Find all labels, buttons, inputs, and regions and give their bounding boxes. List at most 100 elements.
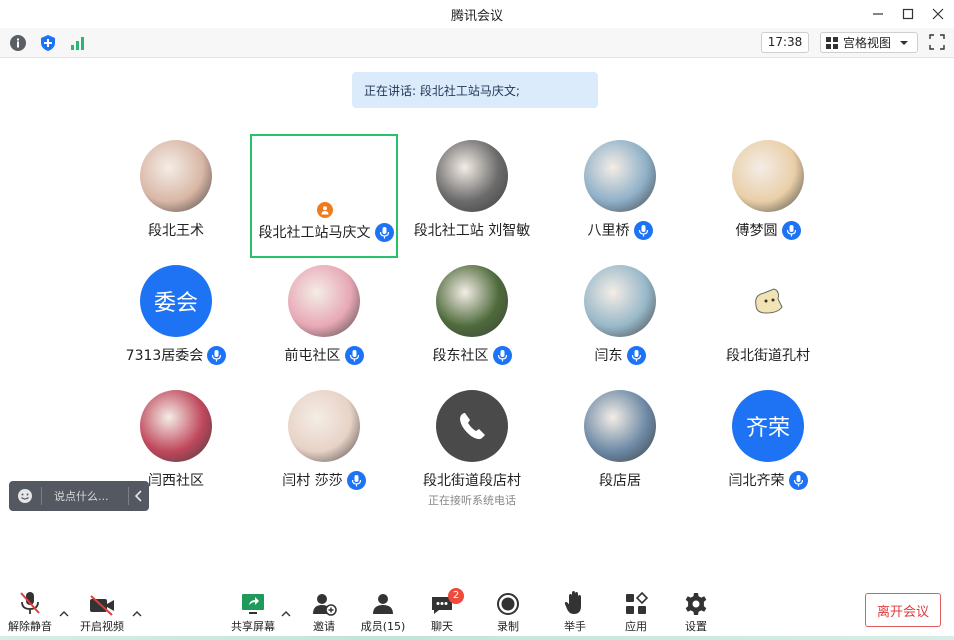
record-button[interactable]: 录制 — [478, 588, 538, 636]
invite-button[interactable]: 邀请 — [294, 588, 354, 636]
participant-avatar — [436, 140, 508, 212]
mic-icon — [346, 470, 366, 490]
chat-input-bar[interactable]: 说点什么... — [9, 481, 149, 511]
close-icon — [932, 8, 944, 20]
participant-name: 段店居 — [599, 473, 641, 489]
participant-name-line: 段东社区 — [398, 345, 546, 365]
share-screen-button[interactable]: 共享屏幕 — [223, 588, 283, 636]
view-mode-label: 宫格视图 — [843, 36, 892, 50]
participant-name-line: 段北街道孔村 — [694, 345, 842, 365]
chat-label: 聊天 — [431, 620, 453, 633]
participant-avatar — [584, 140, 656, 212]
title-bar: 腾讯会议 — [0, 0, 954, 28]
hand-icon — [564, 591, 581, 614]
start-video-label: 开启视频 — [80, 620, 124, 633]
fullscreen-icon — [929, 34, 945, 50]
apps-button[interactable]: 应用 — [606, 588, 666, 636]
participant-name-line: 段店居 — [546, 470, 694, 490]
raise-hand-button[interactable]: 举手 — [545, 588, 605, 636]
maximize-button[interactable] — [895, 3, 921, 25]
mic-icon — [374, 222, 394, 242]
sticker-icon — [755, 288, 783, 314]
raise-hand-label: 举手 — [564, 620, 586, 633]
participant-avatar — [288, 390, 360, 462]
participant-tile[interactable]: 委会 7313居委会 — [102, 259, 250, 383]
participant-avatar: 委会 — [140, 265, 212, 337]
apps-label: 应用 — [625, 620, 647, 633]
participant-name: 段东社区 — [432, 348, 489, 364]
fullscreen-button[interactable] — [928, 33, 948, 53]
leave-meeting-button[interactable]: 离开会议 — [865, 593, 941, 627]
participant-tile[interactable]: 段东社区 — [398, 259, 546, 383]
active-speaker-banner: 正在讲话: 段北社工站马庆文; — [352, 72, 598, 108]
participant-tile[interactable]: 段北社工站 刘智敏 — [398, 134, 546, 258]
participant-name: 闫村 莎莎 — [282, 473, 343, 489]
audio-options-button[interactable] — [58, 604, 70, 617]
participant-name: 段北王术 — [148, 223, 204, 239]
gear-icon — [685, 593, 707, 615]
emoji-button[interactable] — [9, 488, 41, 504]
participant-name: 7313居委会 — [125, 348, 204, 364]
settings-button[interactable]: 设置 — [666, 588, 726, 636]
emoji-icon — [18, 489, 32, 503]
share-screen-label: 共享屏幕 — [231, 620, 275, 633]
participant-tile[interactable]: 闫东 — [546, 259, 694, 383]
participant-name-line: 前屯社区 — [250, 345, 398, 365]
info-button[interactable] — [8, 33, 28, 53]
participant-tile[interactable]: 前屯社区 — [250, 259, 398, 383]
start-video-button[interactable]: 开启视频 — [72, 588, 132, 636]
participant-tile[interactable]: 段店居 — [546, 384, 694, 508]
user-icon — [317, 202, 333, 218]
participant-name-line: 段北社工站 刘智敏 — [398, 220, 546, 240]
participant-tile[interactable]: 傅梦圆 — [694, 134, 842, 258]
participant-name: 前屯社区 — [284, 348, 341, 364]
mic-icon — [781, 220, 801, 240]
participant-name: 段北社工站马庆文 — [258, 225, 371, 241]
participant-tile[interactable]: 段北王术 — [102, 134, 250, 258]
invite-label: 邀请 — [313, 620, 335, 633]
apps-icon — [626, 592, 648, 614]
participant-tile[interactable]: 段北街道孔村 — [694, 259, 842, 383]
close-button[interactable] — [925, 3, 951, 25]
share-options-button[interactable] — [280, 604, 292, 617]
view-mode-select[interactable]: 宫格视图 — [820, 32, 918, 53]
chat-button[interactable]: 聊天 2 — [412, 588, 472, 636]
chevron-up-icon — [281, 611, 291, 617]
participant-name: 闫北齐荣 — [728, 473, 785, 489]
security-button[interactable] — [38, 33, 58, 53]
chevron-down-icon — [900, 40, 908, 45]
mic-icon — [788, 470, 808, 490]
shield-icon — [41, 35, 55, 51]
minimize-button[interactable] — [865, 3, 891, 25]
record-label: 录制 — [497, 620, 519, 633]
participant-tile[interactable]: 闫村 莎莎 — [250, 384, 398, 508]
maximize-icon — [902, 8, 914, 20]
participant-name: 段北社工站 刘智敏 — [413, 223, 531, 239]
bottom-control-bar: 解除静音 开启视频 共享屏幕 邀请 成员(15) 聊天 2 录制 举手 应用 设… — [0, 582, 954, 640]
muted-mic-icon — [20, 592, 40, 614]
participant-name: 八里桥 — [587, 223, 630, 239]
participant-tile[interactable]: 齐荣闫北齐荣 — [694, 384, 842, 508]
signal-button[interactable] — [68, 33, 88, 53]
participant-tile[interactable]: 段北社工站马庆文 — [250, 134, 398, 258]
meeting-clock: 17:38 — [761, 32, 809, 53]
unmute-button[interactable]: 解除静音 — [0, 588, 60, 636]
participant-tile[interactable]: 八里桥 — [546, 134, 694, 258]
participant-name-line: 段北街道段店村 — [398, 470, 546, 490]
participant-avatar — [140, 140, 212, 212]
unread-badge: 2 — [448, 588, 464, 604]
unmute-label: 解除静音 — [8, 620, 52, 633]
participant-name-line: 段北社工站马庆文 — [252, 222, 400, 242]
participant-tile[interactable]: 段北街道段店村 正在接听系统电话 — [398, 384, 546, 508]
participant-name-line: 闫北齐荣 — [694, 470, 842, 490]
participant-avatar — [288, 265, 360, 337]
mic-icon — [207, 345, 227, 365]
members-button[interactable]: 成员(15) — [353, 588, 413, 636]
participant-avatar: 齐荣 — [732, 390, 804, 462]
collapse-chat-button[interactable] — [129, 490, 149, 502]
chat-input[interactable]: 说点什么... — [42, 488, 128, 504]
window-title: 腾讯会议 — [450, 9, 503, 24]
video-options-button[interactable] — [131, 604, 143, 617]
participant-avatar — [584, 265, 656, 337]
signal-icon — [71, 37, 84, 50]
